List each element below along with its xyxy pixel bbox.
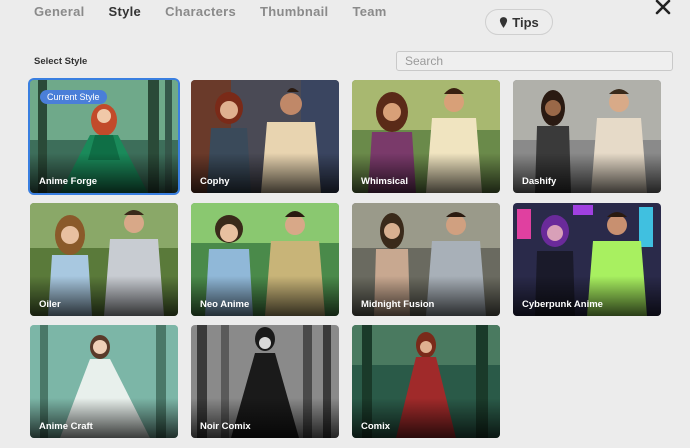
style-name: Whimsical [361,176,408,187]
style-name: Oiler [39,299,61,310]
style-card-oiler[interactable]: Oiler [30,203,178,316]
style-card-whimsical[interactable]: Whimsical [352,80,500,193]
style-card-dashify[interactable]: Dashify [513,80,661,193]
pin-icon [500,16,508,28]
style-card-cophy[interactable]: Cophy [191,80,339,193]
section-label: Select Style [34,56,88,67]
style-name: Cophy [200,176,230,187]
style-card-cyberpunk-anime[interactable]: Cyberpunk Anime [513,203,661,316]
style-name: Comix [361,421,391,432]
tab-style[interactable]: Style [109,3,142,21]
tab-general[interactable]: General [34,3,85,21]
tab-team[interactable]: Team [352,3,386,21]
tab-characters[interactable]: Characters [165,3,236,21]
style-card-neo-anime[interactable]: Neo Anime [191,203,339,316]
current-style-badge: Current Style [40,90,107,104]
style-card-noir-comix[interactable]: Noir Comix [191,325,339,438]
tips-button[interactable]: Tips [485,9,553,35]
style-name: Noir Comix [200,421,251,432]
close-icon[interactable] [653,0,673,17]
style-name: Anime Craft [39,421,93,432]
tips-label: Tips [512,14,539,30]
search-input[interactable] [396,51,673,71]
style-card-midnight-fusion[interactable]: Midnight Fusion [352,203,500,316]
style-name: Neo Anime [200,299,250,310]
style-card-anime-craft[interactable]: Anime Craft [30,325,178,438]
style-name: Anime Forge [39,176,98,187]
tab-thumbnail[interactable]: Thumbnail [260,3,328,21]
style-card-anime-forge[interactable]: Current Style Anime Forge [30,80,178,193]
style-name: Dashify [522,176,557,187]
tab-bar: General Style Characters Thumbnail Team [34,3,411,21]
style-name: Cyberpunk Anime [522,299,603,310]
style-name: Midnight Fusion [361,299,435,310]
style-card-comix[interactable]: Comix [352,325,500,438]
